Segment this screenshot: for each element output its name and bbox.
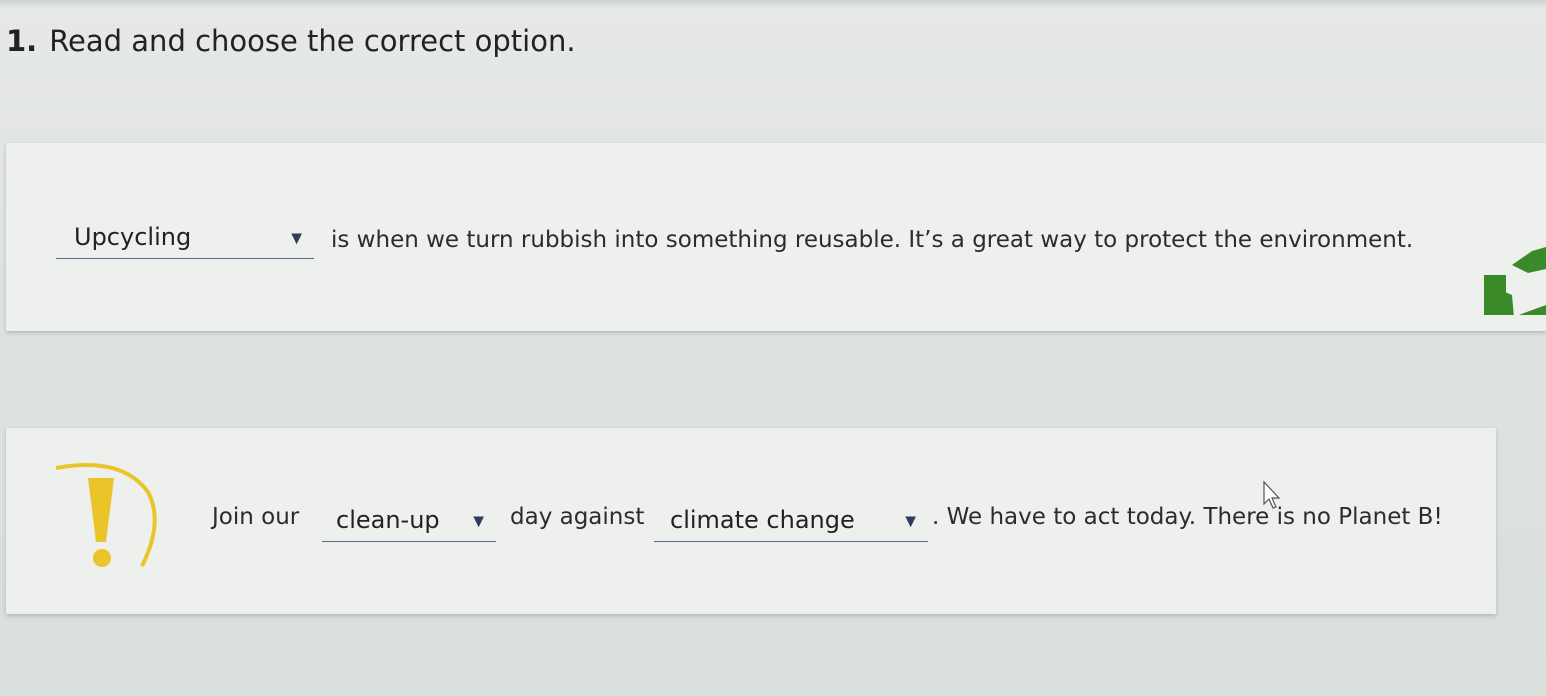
exercise-heading: 1. Read and choose the correct option. xyxy=(6,24,576,58)
recycle-icon xyxy=(1484,247,1546,315)
warning-exclamation-icon xyxy=(55,463,157,567)
dropdown-selected-value: Upcycling xyxy=(74,222,192,251)
caret-down-icon: ▼ xyxy=(905,513,916,530)
exercise-number: 1. xyxy=(6,24,38,58)
answer-dropdown-1[interactable]: Upcycling ▼ xyxy=(56,215,314,259)
dropdown-selected-value: clean-up xyxy=(336,505,440,534)
caret-down-icon: ▼ xyxy=(291,230,302,247)
sentence-text: is when we turn rubbish into something r… xyxy=(331,227,1414,253)
question-card-2: Join our clean-up ▼ day against climate … xyxy=(6,428,1496,614)
sentence-text-after: . We have to act today. There is no Plan… xyxy=(932,504,1443,530)
caret-down-icon: ▼ xyxy=(473,513,484,530)
answer-dropdown-2[interactable]: clean-up ▼ xyxy=(322,498,496,542)
sentence-text-before: Join our xyxy=(212,504,300,530)
sentence-text-middle: day against xyxy=(510,504,645,530)
exercise-instruction: Read and choose the correct option. xyxy=(49,24,576,58)
question-card-1: Upcycling ▼ is when we turn rubbish into… xyxy=(6,143,1546,331)
mouse-pointer-icon xyxy=(1263,480,1281,509)
top-edge xyxy=(0,0,1546,8)
answer-dropdown-3[interactable]: climate change ▼ xyxy=(654,498,928,542)
dropdown-selected-value: climate change xyxy=(670,505,855,534)
